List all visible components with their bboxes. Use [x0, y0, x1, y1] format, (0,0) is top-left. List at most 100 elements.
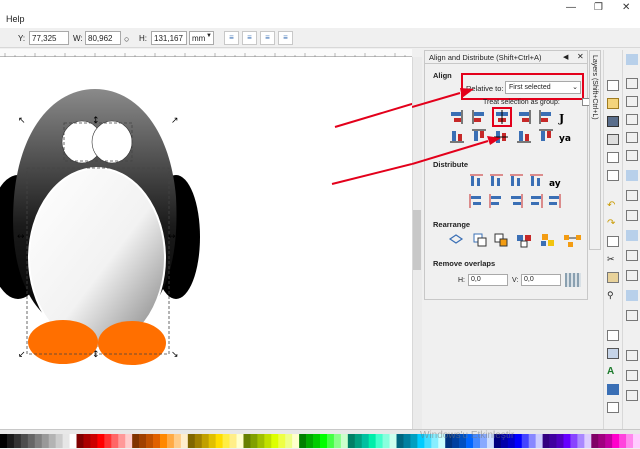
- xml-editor-icon[interactable]: [607, 384, 619, 395]
- overlap-v-input[interactable]: 0,0: [521, 274, 561, 286]
- palette-swatch[interactable]: [62, 434, 70, 448]
- palette-swatch[interactable]: [396, 434, 404, 448]
- palette-swatch[interactable]: [528, 434, 536, 448]
- snap-intersection-icon[interactable]: [626, 210, 638, 221]
- palette-swatch[interactable]: [584, 434, 592, 448]
- restore-icon[interactable]: ❐: [594, 2, 603, 13]
- palette-swatch[interactable]: [306, 434, 314, 448]
- palette-swatch[interactable]: [375, 434, 383, 448]
- palette-swatch[interactable]: [208, 434, 216, 448]
- copy-icon[interactable]: [607, 236, 619, 247]
- palette-swatch[interactable]: [125, 434, 133, 448]
- palette-swatch[interactable]: [514, 434, 523, 448]
- panel-close-icon[interactable]: ✕: [577, 52, 584, 61]
- palette-swatch[interactable]: [55, 434, 63, 448]
- palette-swatch[interactable]: [153, 434, 161, 448]
- snap-midpoint-icon[interactable]: [626, 132, 638, 143]
- palette-swatch[interactable]: [549, 434, 557, 448]
- cut-icon[interactable]: ✂: [607, 254, 619, 265]
- palette-swatch[interactable]: [535, 434, 543, 448]
- remove-overlaps-button[interactable]: [565, 273, 581, 287]
- palette-swatch[interactable]: [76, 434, 84, 448]
- palette-swatch[interactable]: [194, 434, 203, 448]
- snap-enable-icon[interactable]: [626, 54, 638, 65]
- palette-swatch[interactable]: [278, 434, 286, 448]
- palette-swatch[interactable]: [591, 434, 599, 448]
- palette-swatch[interactable]: [598, 434, 606, 448]
- overlap-h-input[interactable]: 0,0: [468, 274, 508, 286]
- palette-swatch[interactable]: [264, 434, 272, 448]
- undo-icon[interactable]: ↶: [607, 200, 619, 211]
- snap-grid-icon[interactable]: [626, 370, 638, 381]
- snap-line-midpoint-icon[interactable]: [626, 270, 638, 281]
- palette-swatch[interactable]: [34, 434, 43, 448]
- snap-guide-icon[interactable]: [626, 390, 638, 401]
- panel-menu-icon[interactable]: ◀: [563, 53, 568, 61]
- menu-help[interactable]: Help: [6, 14, 25, 24]
- close-icon[interactable]: ✕: [622, 2, 630, 13]
- new-document-icon[interactable]: [607, 80, 619, 91]
- palette-swatch[interactable]: [132, 434, 140, 448]
- snap-smooth-icon[interactable]: [626, 250, 638, 261]
- palette-swatch[interactable]: [97, 434, 105, 448]
- scale-corners-button[interactable]: ≡: [242, 31, 257, 45]
- open-icon[interactable]: [607, 98, 619, 109]
- palette-swatch[interactable]: [313, 434, 321, 448]
- snap-page-icon[interactable]: [626, 350, 638, 361]
- snap-bbox-edge-icon[interactable]: [626, 96, 638, 107]
- palette-swatch[interactable]: [160, 434, 168, 448]
- palette-swatch[interactable]: [361, 434, 369, 448]
- palette-swatches[interactable]: [0, 430, 640, 449]
- palette-swatch[interactable]: [347, 434, 356, 448]
- palette-swatch[interactable]: [410, 434, 418, 448]
- duplicate-icon[interactable]: [607, 330, 619, 341]
- palette-swatch[interactable]: [83, 434, 91, 448]
- minimize-icon[interactable]: —: [566, 2, 576, 13]
- palette-swatch[interactable]: [243, 434, 251, 448]
- palette-swatch[interactable]: [173, 434, 182, 448]
- snap-cusp-icon[interactable]: [626, 230, 638, 241]
- palette-swatch[interactable]: [577, 434, 585, 448]
- snap-bbox-icon[interactable]: [626, 78, 638, 89]
- palette-swatch[interactable]: [542, 434, 550, 448]
- palette-swatch[interactable]: [563, 434, 571, 448]
- palette-swatch[interactable]: [299, 434, 307, 448]
- palette-swatch[interactable]: [90, 434, 98, 448]
- palette-swatch[interactable]: [41, 434, 49, 448]
- move-patterns-button[interactable]: ≡: [278, 31, 293, 45]
- palette-swatch[interactable]: [180, 434, 189, 448]
- palette-swatch[interactable]: [13, 434, 22, 448]
- palette-swatch[interactable]: [139, 434, 147, 448]
- y-input[interactable]: 77,325: [29, 31, 69, 45]
- palette-swatch[interactable]: [368, 434, 376, 448]
- palette-swatch[interactable]: [619, 434, 627, 448]
- palette-swatch[interactable]: [48, 434, 56, 448]
- palette-swatch[interactable]: [146, 434, 154, 448]
- move-gradients-button[interactable]: ≡: [260, 31, 275, 45]
- palette-swatch[interactable]: [320, 434, 328, 448]
- export-icon[interactable]: [607, 170, 619, 181]
- unit-select[interactable]: mm ▼: [189, 31, 214, 45]
- palette-swatch[interactable]: [111, 434, 119, 448]
- palette-swatch[interactable]: [605, 434, 613, 448]
- group-icon[interactable]: [607, 402, 619, 413]
- palette-swatch[interactable]: [285, 434, 293, 448]
- palette-swatch[interactable]: [215, 434, 223, 448]
- center-on-vertical-axis-button[interactable]: [494, 109, 510, 125]
- palette-swatch[interactable]: [222, 434, 230, 448]
- palette-swatch[interactable]: [333, 434, 342, 448]
- palette-swatch[interactable]: [104, 434, 112, 448]
- palette-swatch[interactable]: [292, 434, 300, 448]
- print-icon[interactable]: [607, 134, 619, 145]
- palette-swatch[interactable]: [229, 434, 237, 448]
- palette-swatch[interactable]: [521, 434, 529, 448]
- paste-icon[interactable]: [607, 272, 619, 283]
- palette-swatch[interactable]: [0, 434, 8, 448]
- save-icon[interactable]: [607, 116, 619, 127]
- snap-path-icon[interactable]: [626, 190, 638, 201]
- palette-swatch[interactable]: [633, 434, 640, 448]
- palette-swatch[interactable]: [340, 434, 349, 448]
- palette-swatch[interactable]: [166, 434, 175, 448]
- palette-swatch[interactable]: [389, 434, 397, 448]
- snap-nodes-icon[interactable]: [626, 170, 638, 181]
